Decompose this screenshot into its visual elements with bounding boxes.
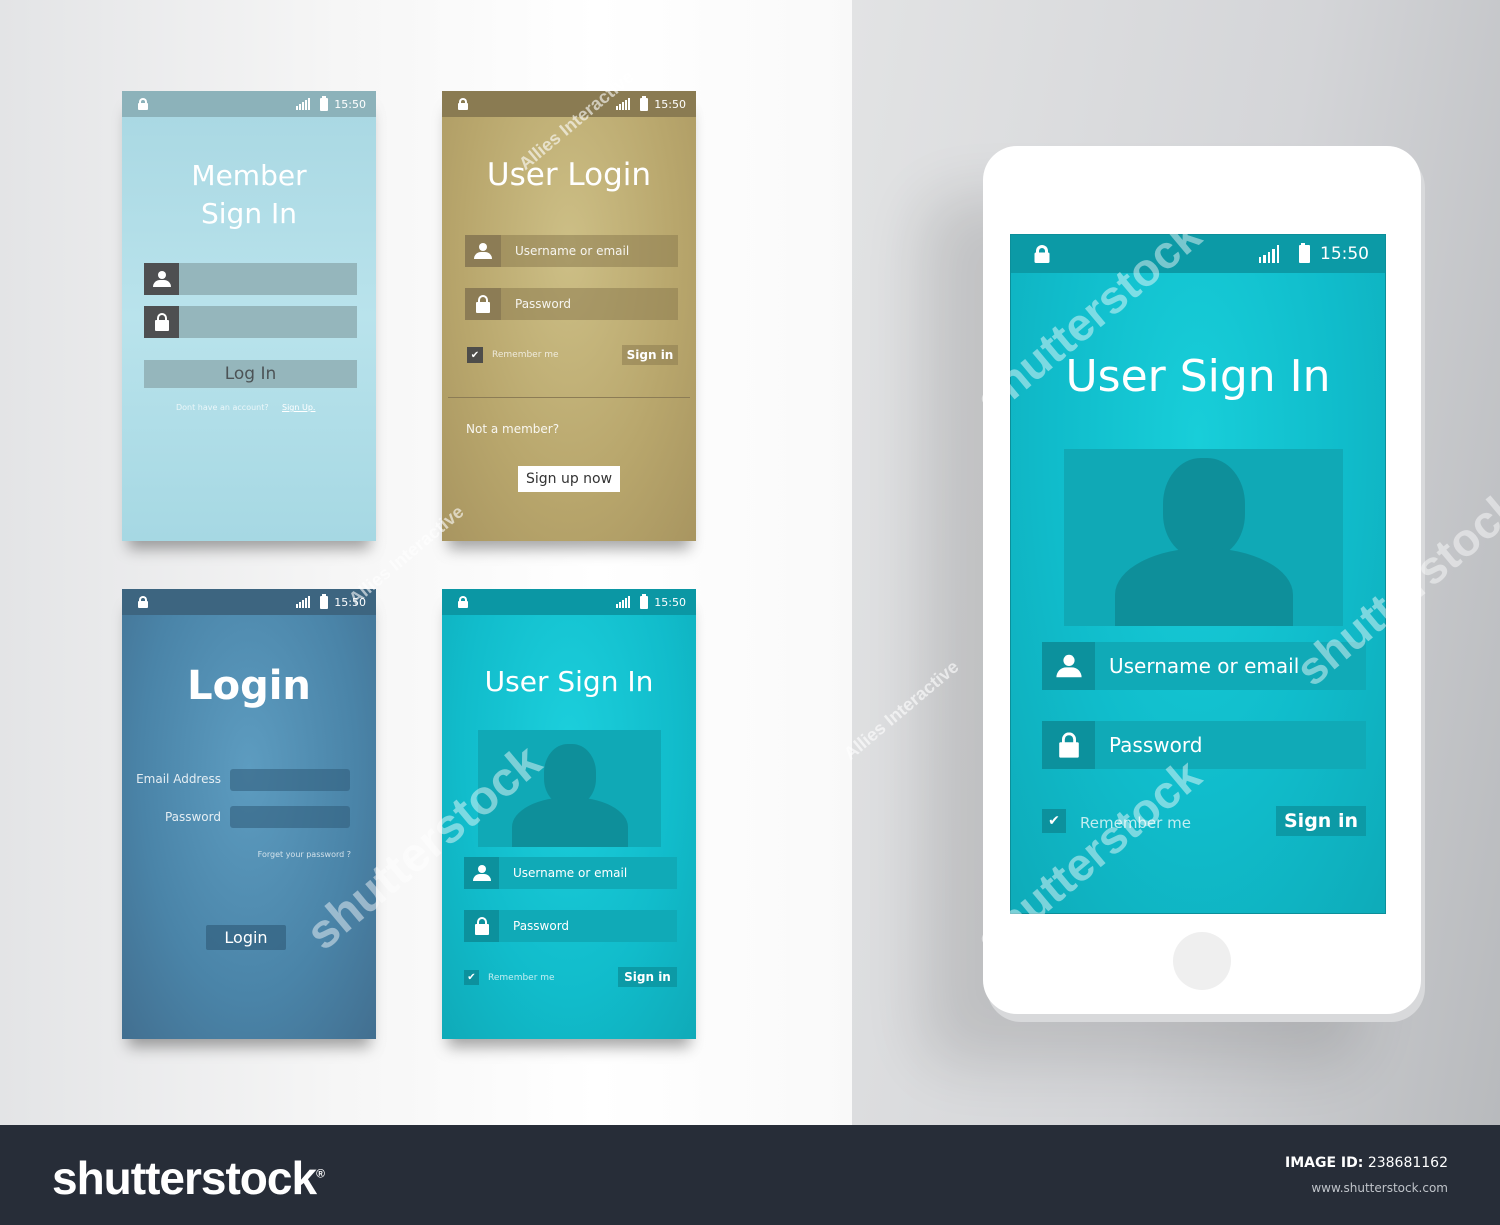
battery-icon bbox=[320, 593, 329, 609]
lock-icon bbox=[154, 313, 169, 331]
sign-in-button[interactable]: Sign in bbox=[1276, 806, 1366, 836]
user-icon bbox=[1055, 654, 1082, 678]
shutterstock-logo: shutterstock® bbox=[52, 1151, 325, 1205]
title-line-1: Member bbox=[191, 159, 307, 192]
lock-icon bbox=[1058, 732, 1079, 758]
username-placeholder: Username or email bbox=[1109, 654, 1300, 678]
user-icon bbox=[474, 243, 492, 259]
phone-screen: 15:50 User Sign In Username or email Pas… bbox=[1010, 234, 1386, 914]
image-id-label: IMAGE ID: bbox=[1285, 1155, 1364, 1171]
password-placeholder: Password bbox=[513, 919, 570, 933]
user-icon bbox=[472, 865, 491, 881]
email-field[interactable] bbox=[230, 769, 350, 791]
member-sign-in-screen: 15:50 Member Sign In Log In Dont have an… bbox=[122, 91, 376, 541]
avatar-placeholder bbox=[478, 730, 661, 847]
page-title: User Sign In bbox=[484, 665, 654, 698]
signal-icon bbox=[296, 596, 311, 608]
page-title: User Login bbox=[486, 157, 652, 193]
sign-up-now-button[interactable]: Sign up now bbox=[518, 466, 620, 492]
lock-icon bbox=[1034, 245, 1050, 263]
sign-in-button[interactable]: Sign in bbox=[618, 967, 677, 987]
password-field[interactable]: Password bbox=[465, 288, 678, 320]
footer-url[interactable]: www.shutterstock.com bbox=[1311, 1181, 1448, 1195]
registered-mark: ® bbox=[316, 1166, 325, 1181]
divider bbox=[448, 397, 690, 398]
battery-icon bbox=[1299, 243, 1310, 263]
logo-text: shutterstock bbox=[52, 1152, 317, 1204]
status-time: 15:50 bbox=[334, 595, 366, 609]
username-field[interactable]: Username or email bbox=[1042, 642, 1366, 690]
username-placeholder: Username or email bbox=[515, 244, 630, 258]
not-member-text: Not a member? bbox=[466, 422, 560, 436]
battery-icon bbox=[640, 593, 649, 609]
battery-icon bbox=[640, 95, 649, 111]
password-field[interactable] bbox=[144, 306, 357, 338]
remember-me-checkbox[interactable]: ✔ bbox=[1042, 809, 1066, 833]
sign-up-link[interactable]: Sign Up. bbox=[282, 403, 315, 412]
password-label: Password bbox=[164, 810, 221, 824]
avatar-placeholder bbox=[1064, 449, 1343, 626]
lock-icon bbox=[138, 98, 148, 110]
log-in-button[interactable]: Log In bbox=[144, 360, 357, 388]
home-button[interactable] bbox=[1173, 932, 1231, 990]
lock-icon bbox=[458, 98, 468, 110]
status-time: 15:50 bbox=[1320, 244, 1369, 264]
lock-icon bbox=[138, 596, 148, 608]
remember-me-checkbox[interactable]: ✔ bbox=[467, 347, 483, 363]
remember-me-label: Remember me bbox=[492, 350, 559, 360]
status-bar: 15:50 bbox=[1011, 235, 1385, 273]
forgot-password-link[interactable]: Forget your password ? bbox=[258, 850, 351, 859]
status-time: 15:50 bbox=[654, 97, 686, 111]
page-title: Login bbox=[187, 663, 311, 709]
title-line-2: Sign In bbox=[201, 197, 297, 230]
lock-icon bbox=[476, 295, 490, 313]
user-sign-in-screen: 15:50 User Sign In Username or email Pas… bbox=[442, 589, 696, 1039]
battery-icon bbox=[320, 95, 329, 111]
signal-icon bbox=[296, 98, 311, 110]
smartphone-mockup: 15:50 User Sign In Username or email Pas… bbox=[983, 146, 1421, 1014]
password-field[interactable]: Password bbox=[464, 910, 677, 942]
status-time: 15:50 bbox=[654, 595, 686, 609]
login-button[interactable]: Login bbox=[206, 925, 286, 950]
footer-bar: shutterstock® IMAGE ID: 238681162 www.sh… bbox=[0, 1125, 1500, 1225]
user-login-screen: 15:50 User Login Username or email Passw… bbox=[442, 91, 696, 541]
status-bar: 15:50 bbox=[122, 91, 376, 117]
check-icon: ✔ bbox=[467, 972, 476, 983]
remember-me-label: Remember me bbox=[1080, 814, 1191, 832]
status-bar: 15:50 bbox=[442, 91, 696, 117]
password-field[interactable]: Password bbox=[1042, 721, 1366, 769]
username-field[interactable]: Username or email bbox=[464, 857, 677, 889]
remember-me-label: Remember me bbox=[488, 973, 555, 983]
status-time: 15:50 bbox=[334, 97, 366, 111]
lock-icon bbox=[458, 596, 468, 608]
image-id-value: 238681162 bbox=[1367, 1155, 1448, 1171]
check-icon: ✔ bbox=[1048, 813, 1060, 829]
status-bar: 15:50 bbox=[442, 589, 696, 615]
password-placeholder: Password bbox=[1109, 733, 1203, 757]
username-field[interactable]: Username or email bbox=[465, 235, 678, 267]
no-account-text: Dont have an account? bbox=[176, 403, 269, 412]
status-bar: 15:50 bbox=[122, 589, 376, 615]
username-field[interactable] bbox=[144, 263, 357, 295]
user-icon bbox=[152, 271, 171, 287]
sign-in-button[interactable]: Sign in bbox=[622, 345, 678, 365]
user-silhouette-icon bbox=[511, 744, 628, 847]
page-title: Member Sign In bbox=[122, 157, 376, 233]
password-field[interactable] bbox=[230, 806, 350, 828]
remember-me-checkbox[interactable]: ✔ bbox=[464, 970, 479, 985]
login-screen: 15:50 Login Email Address Password Forge… bbox=[122, 589, 376, 1039]
check-icon: ✔ bbox=[470, 349, 480, 361]
password-placeholder: Password bbox=[515, 297, 572, 311]
user-silhouette-icon bbox=[1114, 458, 1293, 626]
page-title: User Sign In bbox=[1065, 351, 1331, 402]
lock-icon bbox=[474, 917, 489, 935]
signal-icon bbox=[616, 596, 631, 608]
signal-icon bbox=[1258, 245, 1279, 263]
image-id: IMAGE ID: 238681162 bbox=[1285, 1155, 1448, 1171]
signal-icon bbox=[616, 98, 631, 110]
email-label: Email Address bbox=[136, 772, 221, 786]
username-placeholder: Username or email bbox=[513, 866, 628, 880]
